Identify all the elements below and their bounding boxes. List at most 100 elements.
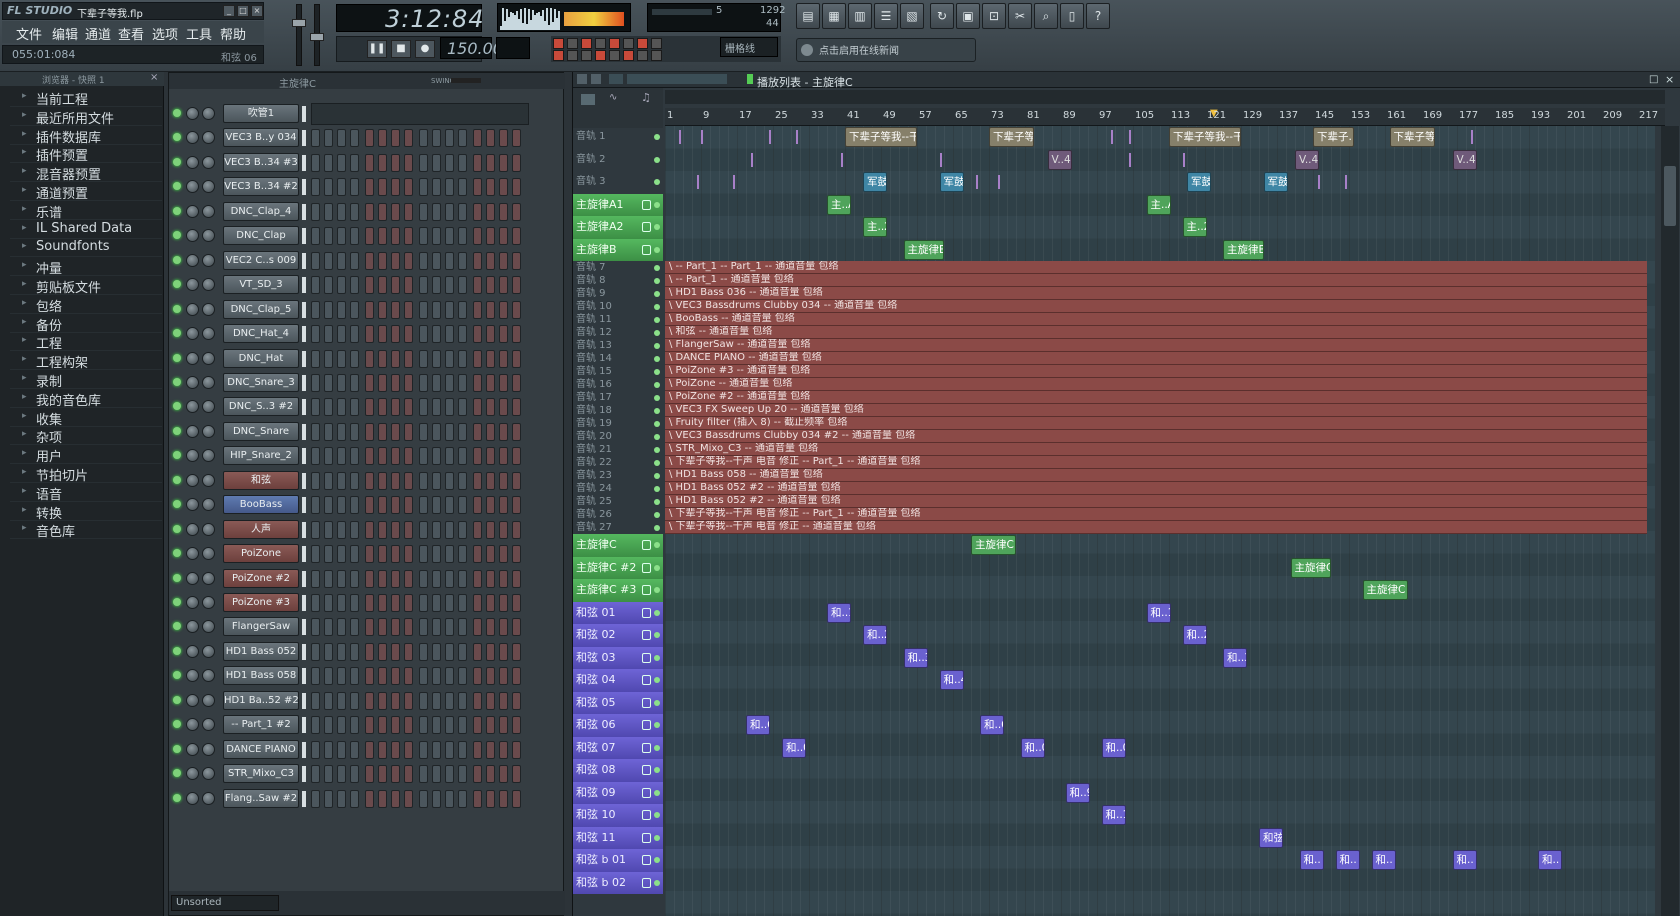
step-button[interactable] (311, 471, 320, 490)
track-header[interactable]: 和弦 10 (573, 804, 663, 827)
playlist-clip[interactable]: 下辈子等..正 (1389, 127, 1435, 147)
step-button[interactable] (512, 667, 521, 686)
step-button[interactable] (378, 178, 387, 197)
channel-select-bar[interactable] (302, 130, 306, 147)
playlist-clip[interactable]: 和..07 (1020, 737, 1045, 758)
channel-select-bar[interactable] (302, 277, 306, 294)
step-button[interactable] (512, 325, 521, 344)
browser-item[interactable]: ▸ 音色库 (10, 520, 162, 540)
step-button[interactable] (378, 594, 387, 612)
channel-volume-knob[interactable] (202, 424, 215, 438)
step-button[interactable] (512, 765, 521, 784)
step-button[interactable] (512, 398, 521, 417)
step-button[interactable] (512, 716, 521, 735)
step-button[interactable] (432, 496, 441, 515)
step-button[interactable] (512, 422, 521, 441)
pattern-mode-icon[interactable] (581, 94, 595, 105)
step-button[interactable] (486, 716, 495, 735)
step-button[interactable] (365, 447, 374, 466)
step-button[interactable] (445, 447, 454, 466)
step-button[interactable] (473, 569, 482, 588)
channel-button[interactable]: Flang..Saw #2 (223, 788, 299, 808)
step-button[interactable] (404, 716, 413, 735)
step-button[interactable] (458, 251, 467, 270)
step-button[interactable] (432, 569, 441, 588)
playlist-clip[interactable]: V..4 (1452, 149, 1477, 170)
channel-volume-knob[interactable] (202, 180, 215, 194)
channel-select-bar[interactable] (302, 154, 306, 171)
piano-roll-icon[interactable]: ▥ (848, 3, 872, 29)
step-button[interactable] (445, 373, 454, 392)
track-mute-led[interactable] (654, 224, 660, 231)
track-header[interactable]: 和弦 11 (573, 826, 663, 849)
wait-input-icon[interactable] (651, 38, 662, 49)
step-button[interactable] (311, 300, 320, 319)
track-mute-led[interactable] (654, 511, 660, 518)
step-button[interactable] (432, 716, 441, 735)
step-button[interactable] (365, 349, 374, 368)
channel-button[interactable]: PoiZone #3 (223, 593, 299, 612)
menu-help[interactable]: 帮助 (220, 24, 246, 43)
step-button[interactable] (350, 422, 359, 441)
step-button[interactable] (404, 642, 413, 661)
playlist-clip[interactable]: 下辈子..正 (1313, 127, 1354, 147)
step-button[interactable] (473, 276, 482, 295)
step-button[interactable] (404, 765, 413, 784)
timeline-ruler[interactable]: ▼ 1 9 17 25 33 41 49 57 65 73 81 89 97 105 113 121 129 13… (665, 108, 1665, 126)
browser-item[interactable]: ▸ Soundfonts (10, 238, 162, 258)
track-lock-icon[interactable] (642, 742, 651, 753)
channel-pan-knob[interactable] (186, 498, 199, 512)
track-mute-led[interactable] (654, 524, 660, 531)
step-button[interactable] (486, 618, 495, 637)
step-button[interactable] (512, 642, 521, 661)
step-button[interactable] (486, 740, 495, 759)
track-header[interactable]: 音轨 15 (573, 365, 663, 378)
pause-button[interactable]: ❚❚ (367, 40, 387, 58)
step-button[interactable] (445, 178, 454, 197)
track-header[interactable]: 和弦 01 (573, 601, 663, 624)
step-button[interactable] (324, 129, 333, 148)
step-button[interactable] (324, 716, 333, 735)
step-button[interactable] (378, 789, 387, 808)
step-button[interactable] (391, 398, 400, 417)
step-button[interactable] (365, 520, 374, 539)
playlist-clip[interactable]: 和..07 (782, 737, 806, 758)
step-button[interactable] (378, 325, 387, 344)
step-button[interactable] (311, 765, 320, 784)
track-header[interactable]: 音轨 9 (573, 287, 663, 300)
step-button[interactable] (458, 740, 467, 759)
channel-volume-knob[interactable] (202, 522, 215, 536)
playlist-clip[interactable]: 主..A1 (1146, 194, 1171, 215)
step-button[interactable] (311, 202, 320, 221)
menu-view[interactable]: 查看 (118, 24, 144, 43)
channel-led[interactable] (173, 206, 181, 215)
step-button[interactable] (473, 496, 482, 515)
step-button[interactable] (445, 227, 454, 246)
step-button[interactable] (378, 398, 387, 417)
help-icon[interactable]: ? (1086, 3, 1110, 29)
channel-pan-knob[interactable] (186, 424, 199, 438)
step-button[interactable] (337, 447, 346, 466)
step-button[interactable] (512, 373, 521, 392)
step-button[interactable] (419, 594, 428, 612)
track-mute-led[interactable] (654, 564, 660, 571)
channel-button[interactable]: VEC2 C..s 009 (223, 250, 299, 270)
track-lock-icon[interactable] (642, 810, 651, 821)
punch-icon[interactable] (623, 50, 634, 61)
track-lock-icon[interactable] (642, 630, 651, 641)
channel-volume-knob[interactable] (202, 718, 215, 732)
playlist-grid[interactable]: \ -- Part_1 -- Part_1 -- 通道音量 包络 \ -- Par… (665, 126, 1655, 916)
track-header[interactable]: 和弦 07 (573, 736, 663, 759)
step-button[interactable] (432, 251, 441, 270)
step-button[interactable] (445, 594, 454, 612)
step-button[interactable] (391, 178, 400, 197)
track-mute-led[interactable] (654, 789, 660, 796)
step-edit-icon[interactable] (595, 38, 606, 49)
channel-select-bar[interactable] (302, 301, 306, 318)
track-mute-led[interactable] (654, 632, 660, 639)
track-lock-icon[interactable] (642, 787, 651, 798)
step-button[interactable] (311, 716, 320, 735)
channel-button[interactable]: DNC_Snare_3 (223, 372, 299, 392)
channel-led[interactable] (173, 720, 181, 729)
track-mute-led[interactable] (654, 767, 660, 774)
